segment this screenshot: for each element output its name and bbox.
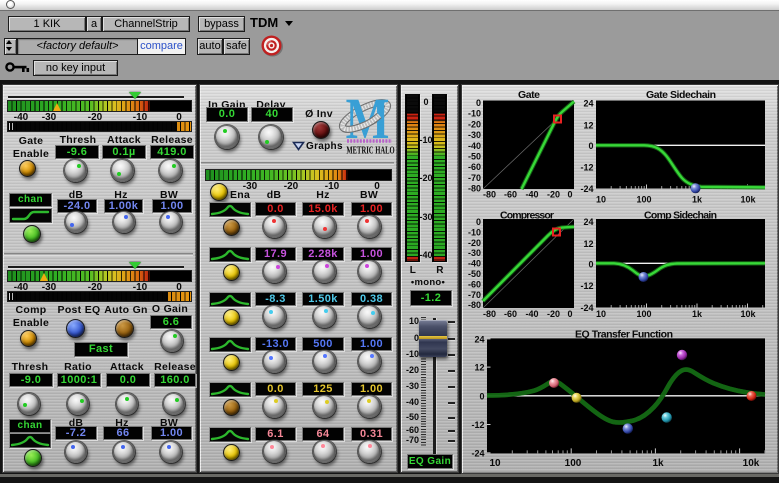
- svg-text:-70: -70: [468, 290, 481, 300]
- svg-text:Gate Sidechain: Gate Sidechain: [646, 89, 716, 101]
- svg-text:-40: -40: [525, 190, 538, 200]
- svg-text:-30: -30: [468, 130, 481, 140]
- svg-text:100: 100: [636, 195, 651, 205]
- svg-text:-60: -60: [468, 279, 481, 289]
- svg-text:-80: -80: [468, 300, 481, 310]
- svg-text:-10: -10: [468, 227, 481, 237]
- svg-text:0: 0: [588, 141, 593, 151]
- svg-text:100: 100: [636, 309, 651, 319]
- svg-text:12: 12: [583, 121, 593, 131]
- svg-text:1k: 1k: [692, 195, 703, 205]
- svg-text:-20: -20: [547, 309, 560, 319]
- svg-text:Gate: Gate: [518, 89, 540, 101]
- svg-text:10k: 10k: [743, 458, 760, 469]
- svg-text:10: 10: [596, 309, 606, 319]
- svg-text:0: 0: [567, 309, 572, 319]
- svg-text:100: 100: [565, 458, 582, 469]
- svg-text:24: 24: [474, 335, 484, 345]
- svg-text:-40: -40: [468, 141, 481, 151]
- svg-text:0: 0: [567, 190, 572, 200]
- svg-text:-50: -50: [468, 269, 481, 279]
- svg-text:-12: -12: [580, 281, 593, 291]
- svg-text:0: 0: [479, 391, 484, 401]
- svg-text:-60: -60: [468, 162, 481, 172]
- svg-text:-20: -20: [547, 190, 560, 200]
- svg-text:1k: 1k: [652, 458, 664, 469]
- svg-text:12: 12: [474, 363, 484, 373]
- svg-text:0: 0: [476, 98, 481, 108]
- svg-text:10: 10: [489, 458, 501, 469]
- svg-text:24: 24: [583, 99, 593, 109]
- svg-text:-60: -60: [504, 190, 517, 200]
- svg-text:-24: -24: [580, 184, 593, 194]
- svg-text:24: 24: [583, 217, 593, 227]
- svg-text:-24: -24: [580, 303, 593, 313]
- svg-text:12: 12: [583, 239, 593, 249]
- svg-text:10k: 10k: [740, 195, 756, 205]
- svg-text:-20: -20: [468, 238, 481, 248]
- svg-text:-20: -20: [468, 119, 481, 129]
- svg-text:-80: -80: [468, 184, 481, 194]
- svg-text:-70: -70: [468, 173, 481, 183]
- svg-text:-40: -40: [468, 259, 481, 269]
- svg-text:-80: -80: [483, 309, 496, 319]
- svg-text:0: 0: [588, 260, 593, 270]
- svg-text:-12: -12: [471, 420, 484, 430]
- svg-text:10k: 10k: [740, 309, 756, 319]
- svg-text:-24: -24: [471, 449, 484, 459]
- svg-text:-30: -30: [468, 248, 481, 258]
- svg-text:-12: -12: [580, 163, 593, 173]
- svg-text:-80: -80: [483, 190, 496, 200]
- svg-text:-60: -60: [504, 309, 517, 319]
- svg-text:1k: 1k: [692, 309, 703, 319]
- svg-text:10: 10: [596, 195, 606, 205]
- svg-text:METRIC HALO: METRIC HALO: [346, 144, 394, 156]
- svg-text:0: 0: [476, 217, 481, 227]
- svg-text:-40: -40: [525, 309, 538, 319]
- svg-text:-10: -10: [468, 109, 481, 119]
- svg-text:-50: -50: [468, 152, 481, 162]
